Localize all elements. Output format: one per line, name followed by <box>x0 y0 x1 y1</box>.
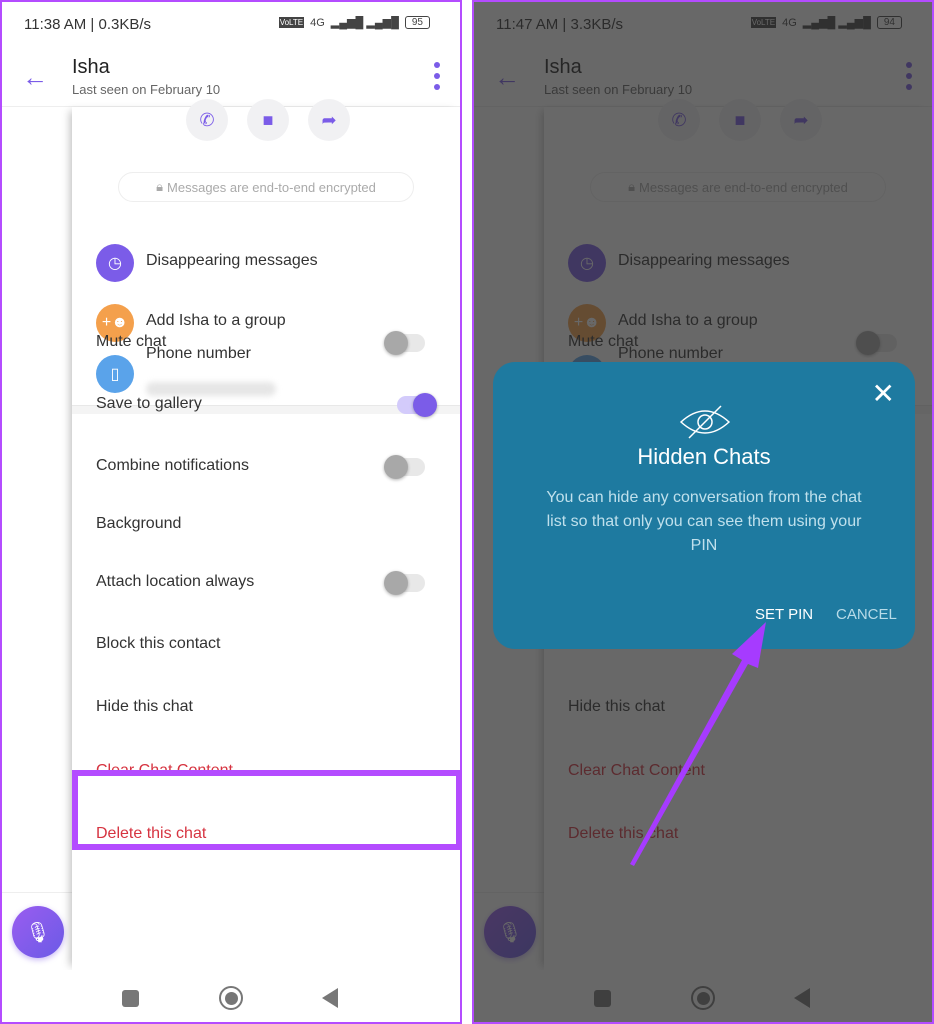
chat-header: ← Isha Last seen on February 10 <box>2 50 460 107</box>
android-nav-bar <box>2 970 460 1022</box>
home-button[interactable] <box>219 986 243 1010</box>
signal-icon: 4G <box>310 16 325 29</box>
status-time: 11:38 AM | 0.3KB/s <box>24 16 152 33</box>
mic-button[interactable]: 🎙 <box>12 906 64 958</box>
setting-row-attach-location-always[interactable]: Attach location always <box>96 573 254 591</box>
back-arrow-icon[interactable]: ← <box>22 62 48 93</box>
share-contact-icon: ➦ <box>321 109 337 130</box>
info-item-0[interactable]: Disappearing messages <box>146 252 318 270</box>
highlight-box <box>72 770 460 850</box>
video-button[interactable]: ■ <box>247 99 289 141</box>
recents-button[interactable] <box>122 990 139 1007</box>
lock-icon: 🔒︎ <box>156 179 164 194</box>
video-icon: ■ <box>262 109 274 130</box>
toggle-switch[interactable] <box>384 571 425 595</box>
contact-name: Isha <box>72 56 110 78</box>
phone-button[interactable]: ✆ <box>186 99 228 141</box>
phone-icon: ✆ <box>199 109 215 130</box>
phone-screen-1: 11:38 AM | 0.3KB/s VoLTE 4G ▂▄▆█ ▂▄▆█ 95… <box>0 0 462 1024</box>
toggle-switch[interactable] <box>397 393 437 417</box>
encryption-text: Messages are end-to-end encrypted <box>167 179 376 195</box>
contact-info-drawer: ✆■➦🔒︎Messages are end-to-end encrypted◷ … <box>72 99 460 970</box>
setting-row-combine-notifications[interactable]: Combine notifications <box>96 457 249 475</box>
toggle-switch[interactable] <box>384 331 425 355</box>
last-seen: Last seen on February 10 <box>72 82 221 97</box>
signal-bars-icon: ▂▄▆█ ▂▄▆█ <box>330 17 399 29</box>
setting-row-mute-chat[interactable]: Mute chat <box>96 333 166 351</box>
phone-device-icon: ▯ <box>96 355 134 393</box>
share-contact-button[interactable]: ➦ <box>308 99 350 141</box>
annotation-arrow <box>630 622 766 866</box>
toggle-switch[interactable] <box>384 455 425 479</box>
status-icons: VoLTE 4G ▂▄▆█ ▂▄▆█ 95 <box>278 16 430 29</box>
setting-row-background[interactable]: Background <box>96 515 181 533</box>
info-item-1[interactable]: Add Isha to a group <box>146 312 286 330</box>
divider <box>2 892 72 893</box>
timer-icon: ◷ <box>96 244 134 282</box>
setting-row-hide-this-chat[interactable]: Hide this chat <box>96 698 193 716</box>
back-button[interactable] <box>322 988 338 1008</box>
volte-icon: VoLTE <box>278 17 305 28</box>
battery-icon: 95 <box>404 16 430 29</box>
setting-row-block-this-contact[interactable]: Block this contact <box>96 635 221 653</box>
more-options-icon[interactable] <box>434 62 440 90</box>
microphone-icon: 🎙 <box>25 921 51 944</box>
setting-row-save-to-gallery[interactable]: Save to gallery <box>96 395 202 413</box>
phone-screen-2: 11:47 AM | 3.3KB/s VoLTE 4G ▂▄▆█ ▂▄▆█ 94… <box>472 0 934 1024</box>
phone-number-redacted <box>146 382 276 396</box>
encryption-note: 🔒︎Messages are end-to-end encrypted <box>118 172 414 202</box>
